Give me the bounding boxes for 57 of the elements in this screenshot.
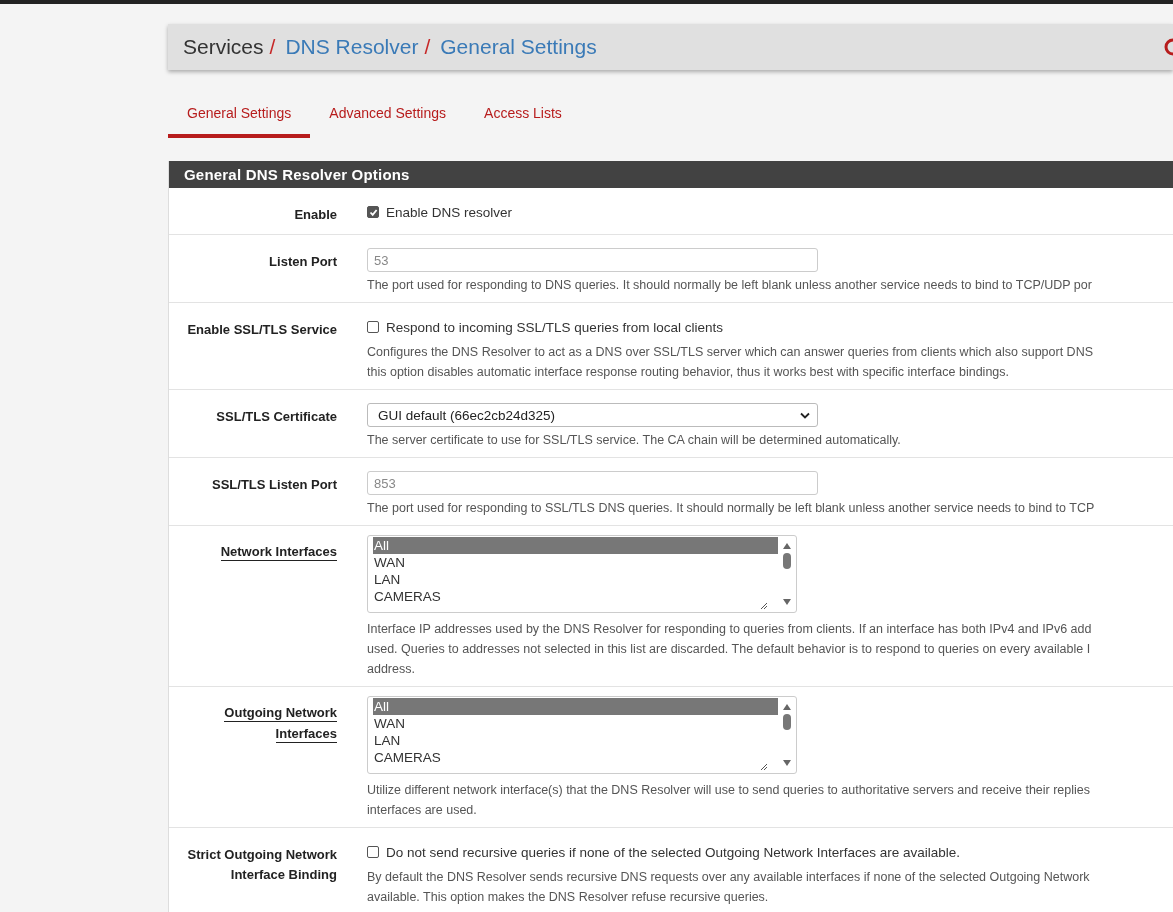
tab[interactable]: Access Lists	[465, 94, 581, 138]
select-dropdown[interactable]: GUI default (66ec2cb24d325)	[367, 403, 818, 427]
help-text: The port used for responding to SSL/TLS DNS queries. It should normally be left blank unless another service needs to bind to TCP	[367, 500, 1095, 517]
help-text: By default the DNS Resolver sends recursive DNS requests over any available interfaces if none of the selected Outgoing Network	[367, 869, 1090, 886]
help-text: interfaces are used.	[367, 802, 477, 819]
checkbox[interactable]	[367, 846, 379, 858]
scrollbar-thumb[interactable]	[783, 714, 791, 730]
help-text: The server certificate to use for SSL/TLS service. The CA chain will be determined automatically.	[367, 432, 901, 449]
breadcrumb-text: Services	[183, 35, 264, 59]
checkbox-label: Enable DNS resolver	[386, 204, 513, 220]
help-text: Interface IP addresses used by the DNS Resolver for responding to queries from clients. If an interface has both IPv4 and IPv6 add	[367, 621, 1092, 638]
help-text: Configures the DNS Resolver to act as a DNS over SSL/TLS server which can answer queries from clients which also support DNS	[367, 344, 1093, 361]
help-text: used. Queries to addresses not selected in this list are discarded. The default behavior is to respond to queries on every available I	[367, 641, 1091, 658]
tab[interactable]: General Settings	[168, 94, 311, 138]
field-label: Outgoing Network	[224, 704, 337, 722]
help-text: this option disables automatic interface response routing behavior, thus it works best with specific interface bindings.	[367, 364, 1009, 381]
field-label: Enable	[294, 206, 337, 224]
help-text: The port used for responding to DNS queries. It should normally be left blank unless another service needs to bind to TCP/UDP por	[367, 277, 1092, 294]
scroll-down-icon[interactable]	[782, 759, 792, 767]
checkbox-label: Do not send recursive queries if none of the selected Outgoing Network Interfaces are available.	[386, 844, 961, 860]
breadcrumb-separator: /	[269, 35, 276, 59]
field-label: Listen Port	[269, 253, 337, 271]
breadcrumb-separator: /	[424, 35, 431, 59]
field-label: Strict Outgoing Network	[187, 846, 337, 864]
help-text: address.	[367, 661, 415, 678]
field-label: SSL/TLS Certificate	[216, 408, 337, 426]
field-label: Network Interfaces	[220, 543, 337, 561]
listbox-option[interactable]: WAN	[374, 554, 778, 571]
resize-grip-icon[interactable]	[760, 602, 768, 610]
checkbox[interactable]	[367, 206, 379, 218]
scroll-down-icon[interactable]	[782, 598, 792, 606]
listbox[interactable]: All WAN LAN CAMERAS	[367, 696, 797, 774]
listbox[interactable]: All WAN LAN CAMERAS	[367, 535, 797, 613]
listbox-option[interactable]: WAN	[374, 715, 778, 732]
listbox-option[interactable]: All	[373, 537, 778, 554]
scrollbar-thumb[interactable]	[783, 553, 791, 569]
listbox-option[interactable]: CAMERAS	[374, 749, 778, 766]
field-label: Interface Binding	[230, 866, 337, 884]
checkbox-label: Respond to incoming SSL/TLS queries from local clients	[386, 319, 723, 335]
tab[interactable]: Advanced Settings	[310, 94, 466, 138]
scroll-up-icon[interactable]	[782, 542, 792, 550]
checkbox[interactable]	[367, 321, 379, 333]
listbox-option[interactable]: LAN	[374, 732, 778, 749]
field-label: Interfaces	[275, 725, 337, 743]
resize-grip-icon[interactable]	[760, 763, 768, 771]
listbox-option[interactable]: All	[373, 698, 778, 715]
help-text: available. This option makes the DNS Resolver refuse recursive queries.	[367, 889, 769, 906]
panel-heading: General DNS Resolver Options	[169, 161, 1173, 188]
chevron-down-icon	[800, 411, 810, 419]
field-label: Enable SSL/TLS Service	[187, 321, 337, 339]
listbox-option[interactable]: LAN	[374, 571, 778, 588]
scroll-up-icon[interactable]	[782, 703, 792, 711]
help-text: Utilize different network interface(s) that the DNS Resolver will use to send queries to authoritative servers and receive their replies	[367, 782, 1091, 799]
input-field[interactable]: 53	[367, 248, 818, 272]
listbox-option[interactable]: CAMERAS	[374, 588, 778, 605]
input-field[interactable]: 853	[367, 471, 818, 495]
field-label: SSL/TLS Listen Port	[212, 476, 337, 494]
